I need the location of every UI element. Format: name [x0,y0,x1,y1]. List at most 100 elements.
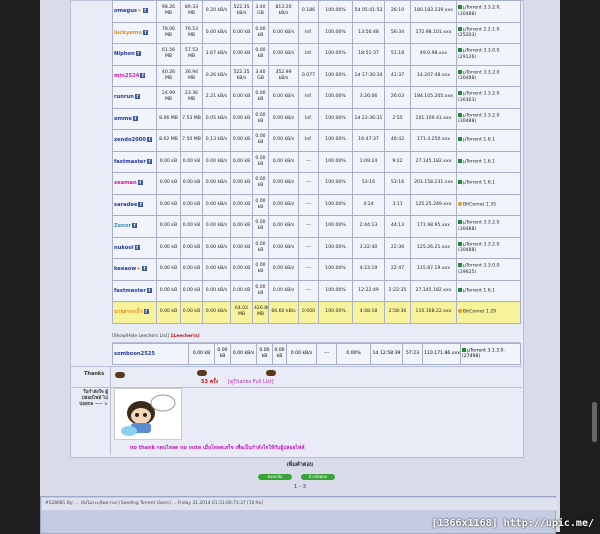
peer-idle: 2:58:36 [384,301,411,324]
peer-username-cell[interactable]: seaman f [112,172,157,195]
divider [110,387,111,455]
facebook-icon[interactable]: f [142,8,148,14]
peer-username-cell[interactable]: saradee f [112,193,157,216]
peer-ul: 0.00 kB [156,193,181,216]
facebook-icon[interactable]: f [138,201,144,207]
peer-ratio: --- [298,150,319,173]
peer-complete: 100.00% [318,129,353,152]
peer-ip: 172.98.101.xxx [410,21,457,44]
peer-username[interactable]: omegus [114,8,137,14]
peer-idle: 53:16 [384,172,411,195]
peer-complete: 100.00% [318,86,353,109]
peer-username-cell[interactable]: Zenor f [112,215,157,238]
peer-client: µTorrent 1.6.1 [456,172,521,195]
peer-username-cell[interactable]: min2524 f [112,64,157,87]
leecher-count: 1Leecher(s) [170,334,200,339]
peer-complete: 100.00% [318,236,353,259]
peer-client: µTorrent 2.2.1.0. (25203) [456,21,521,44]
peer-username-cell[interactable]: fastmaster f [112,279,157,302]
scrollbar-thumb[interactable] [592,402,597,442]
facebook-icon[interactable]: f [135,51,141,57]
peer-username-cell[interactable]: keeaow★ f [112,258,157,281]
peer-username[interactable]: emme [114,116,132,122]
peer-username[interactable]: runrun [114,94,134,100]
bitcomet-icon [458,201,462,206]
peer-ul-rate: 0.00 kB/s [202,258,231,281]
peer-username-cell[interactable]: runrun f [112,86,157,109]
leecher-username[interactable]: somboon2525 [112,343,189,365]
facebook-icon[interactable]: f [146,158,152,164]
peer-dl: 0.00 kB [180,301,203,324]
peer-username[interactable]: saradee [114,202,137,208]
peer-connected: 4:48:18 [352,301,385,324]
peer-client-label: µTorrent 1.6.1 [463,288,496,293]
peer-username[interactable]: min2524 [114,73,139,79]
peer-complete: 100.00% [318,279,353,302]
leechers-status: [Show/Hide Leechers List] 1Leecher(s) [112,334,520,343]
peer-size: 0.00 kB [252,150,269,173]
leecher-rate: 0.00 kB/s [286,343,317,365]
peer-username-cell[interactable]: omegus★ f [112,0,157,23]
peer-username[interactable]: nukool [114,245,134,251]
peer-client: µTorrent 3.3.0.0. (29625) [456,258,521,281]
facebook-icon[interactable]: f [143,29,148,35]
peer-username[interactable]: seaman [114,180,137,186]
peer-ratio-rate: 0.00 kB/s [268,172,299,195]
peer-ul-rate: 0.00 kB/s [202,193,231,216]
thanks-row: Thanks 53 ครั้ง [ดูThanks Full List] [70,366,522,388]
facebook-icon[interactable]: f [140,72,146,78]
peer-username-cell[interactable]: luckyemu f [112,21,157,44]
peer-ul-rate: 0.00 kB/s [202,21,231,44]
peer-size: 0.00 kB [252,193,269,216]
peer-complete: 100.00% [318,258,353,281]
peer-username-cell[interactable]: Niphon f [112,43,157,66]
peer-username-cell[interactable]: นายสาระเร็ว f [112,301,157,324]
facebook-icon[interactable]: f [143,309,149,315]
peer-username-cell[interactable]: zendo2000 f [112,129,157,152]
peer-ul: 8.02 MB [156,129,181,152]
facebook-icon[interactable]: f [132,223,138,229]
facebook-icon[interactable]: f [141,266,147,272]
thanks-full-list-link[interactable]: [ดูThanks Full List] [228,378,274,386]
show-hide-leechers-link[interactable]: [Show/Hide Leechers List] [112,334,169,339]
peer-client: µTorrent 3.3.2.0. (30488) [456,107,521,130]
peer-username-cell[interactable]: fastmaster f [112,150,157,173]
peer-username[interactable]: Zenor [114,223,131,229]
peer-ratio: --- [298,215,319,238]
peer-username[interactable]: นายสาระเร็ว [114,309,143,315]
peer-username[interactable]: keeaow [114,266,136,272]
leecher-idle: 57:23 [402,343,423,365]
peer-client-label: µTorrent 3.3.0.0. (29126) [458,48,501,60]
peer-username[interactable]: luckyemu [114,30,142,36]
peer-idle: 22:36 [384,236,411,259]
facebook-icon[interactable]: f [132,115,138,121]
peer-idle: 22:47 [384,258,411,281]
peer-username-cell[interactable]: emme f [112,107,157,130]
facebook-icon[interactable]: f [146,137,152,143]
peer-client: µTorrent 1.6.1 [456,129,521,152]
peer-client-label: µTorrent 3.3.2.0. (30488) [458,113,501,124]
peer-ip: 180.183.239.xxx [410,0,457,23]
peer-username[interactable]: fastmaster [114,159,146,165]
peer-complete: 100.00% [318,107,353,130]
peer-username[interactable]: zendo2000 [114,137,146,143]
facebook-icon[interactable]: f [146,287,152,293]
peer-idle: 26:03 [384,86,411,109]
facebook-icon[interactable]: f [134,244,140,250]
peer-username-cell[interactable]: nukool f [112,236,157,259]
quote-reply-button[interactable]: อ้างอิงตอบ [301,474,335,480]
peer-ratio: 0.077 [298,64,319,87]
peer-ul: 61.56 MB [156,43,181,66]
peer-connected: 3:26:06 [352,86,385,109]
pagination[interactable]: 1 - 3 [40,484,560,490]
peer-ul: 0.00 kB [156,301,181,324]
facebook-icon[interactable]: f [137,180,143,186]
peer-complete: 100.00% [318,64,353,87]
facebook-icon[interactable]: f [134,94,140,100]
peer-username[interactable]: fastmaster [114,288,146,294]
peer-dl-rate: 0.00 kB [230,150,253,173]
peer-username[interactable]: Niphon [114,51,135,57]
peer-dl-rate: 0.00 kB [230,129,253,152]
reply-button[interactable]: ตอบกลับ [258,474,292,480]
signature-row: ใบกำลังใจ ผู้ปล่อยไฟล์ ไปบ่อยกล ~~ > no … [70,387,522,455]
